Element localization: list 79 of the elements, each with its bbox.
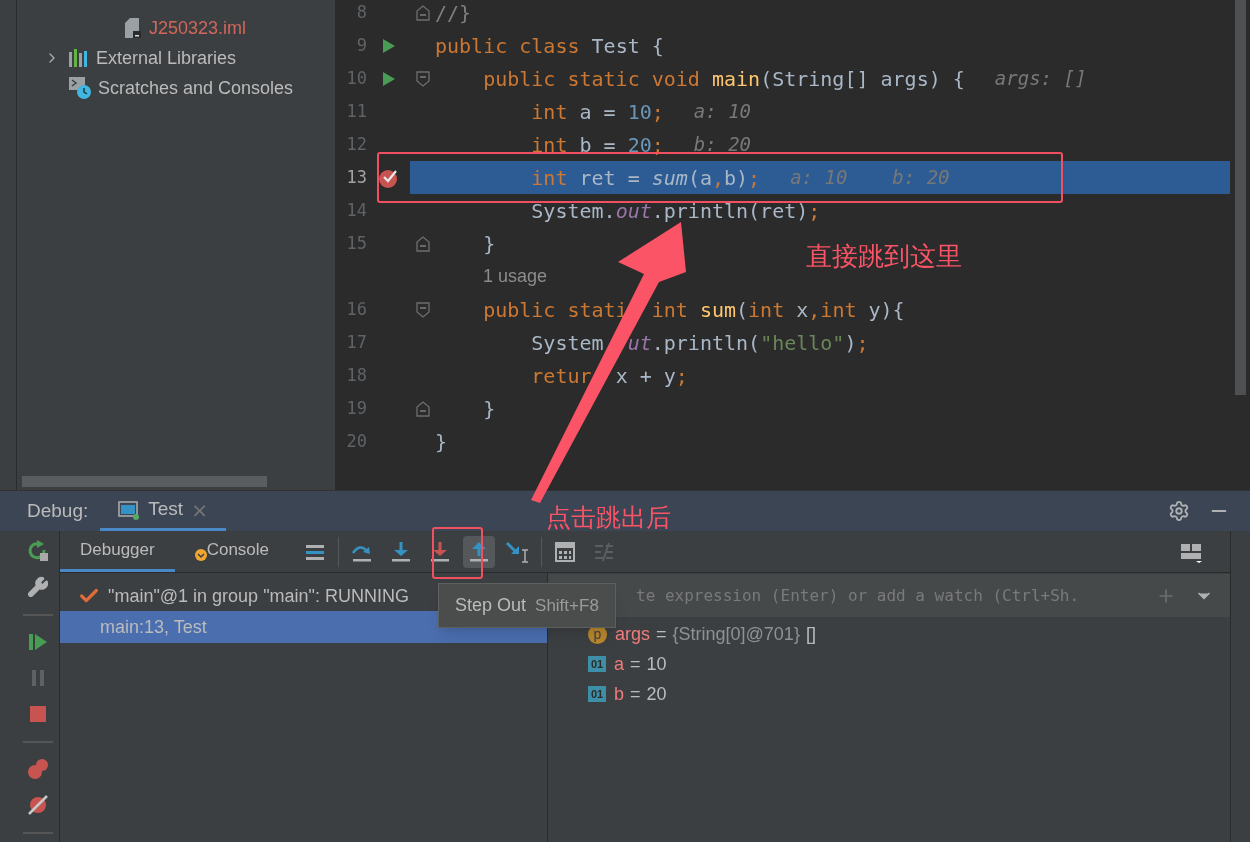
- code-line: public stati int sum(int x,int y){: [482, 296, 905, 324]
- session-tab[interactable]: Test ×: [100, 491, 226, 531]
- line-number: 20: [345, 429, 367, 453]
- inline-value-hint: a: 10: [693, 99, 751, 125]
- fold-marker-icon[interactable]: [415, 4, 430, 21]
- stop-icon[interactable]: [30, 706, 46, 723]
- variable-value: {String[0]@701}: [672, 622, 800, 646]
- code-line: }: [482, 395, 496, 423]
- line-number: 10: [345, 66, 367, 90]
- trace-icon: [593, 540, 616, 563]
- variable-value: []: [805, 622, 816, 646]
- annotation-text: 直接跳到这里: [806, 243, 962, 269]
- line-number: 18: [345, 363, 367, 387]
- run-icon[interactable]: [381, 37, 396, 54]
- fold-marker-icon[interactable]: [415, 301, 430, 318]
- run-icon[interactable]: [381, 70, 396, 87]
- code-line: public class Test {: [435, 32, 664, 60]
- variable-separator: =: [630, 682, 641, 706]
- resume-icon[interactable]: [28, 633, 48, 652]
- line-number: 19: [345, 396, 367, 420]
- tree-item[interactable]: Scratches and Consoles: [98, 74, 294, 102]
- line-number: 9: [355, 33, 367, 57]
- vertical-scrollbar[interactable]: [1234, 0, 1246, 395]
- calculator-icon: [554, 540, 577, 563]
- highlight-frame: [432, 527, 483, 579]
- variable-separator: =: [656, 622, 667, 646]
- line-number: 15: [345, 231, 367, 255]
- usage-hint[interactable]: 1 usage: [483, 263, 548, 290]
- tree-item[interactable]: External Libraries: [96, 44, 237, 72]
- code-line: int ret = sum(a,b);: [530, 164, 761, 192]
- line-number: 12: [345, 132, 367, 156]
- code-line: }: [482, 230, 496, 258]
- line-number: 11: [345, 99, 367, 123]
- inline-value-hint: b: 20: [892, 165, 950, 191]
- tooltip: Step Out Shift+F8: [438, 583, 616, 628]
- inline-value-hint: a: 10: [790, 165, 848, 191]
- debugger-tab[interactable]: Console: [174, 531, 290, 572]
- thread-status[interactable]: "main"@1 in group "main": RUNNING: [108, 582, 409, 610]
- panel-title: Debug:: [27, 498, 89, 523]
- code-line: retur x + y;: [530, 362, 688, 390]
- line-number: 14: [345, 198, 367, 222]
- code-line: System.out.println(ret);: [530, 197, 821, 225]
- inline-value-hint: b: 20: [693, 132, 751, 158]
- variable-separator: =: [630, 652, 641, 676]
- window-icon: [118, 499, 141, 520]
- variable-value: 20: [646, 682, 667, 706]
- variable-value: 10: [646, 652, 667, 676]
- toolbar-button[interactable]: [463, 535, 496, 568]
- horizontal-scrollbar[interactable]: [22, 476, 267, 487]
- file-icon: [123, 17, 143, 39]
- line-number: 13: [345, 165, 367, 189]
- code-line: System ut.println("hello");: [530, 329, 869, 357]
- settings-icon[interactable]: [1168, 500, 1190, 522]
- line-number: 17: [345, 330, 367, 354]
- code-line: }: [435, 428, 448, 456]
- code-line: //}: [435, 0, 472, 27]
- variable-name: b: [614, 682, 624, 706]
- line-number: 16: [345, 297, 367, 321]
- variable-name: args: [615, 622, 650, 646]
- scratch-clock-icon: [68, 76, 92, 100]
- code-line: int a = 10;: [530, 98, 664, 126]
- console-badge-icon: [194, 549, 207, 561]
- fold-marker-icon[interactable]: [415, 235, 430, 252]
- line-number: 8: [355, 0, 367, 24]
- tree-item[interactable]: J250323.iml: [149, 14, 247, 42]
- rerun-icon[interactable]: [27, 540, 49, 563]
- inline-value-hint: args: []: [994, 66, 1087, 92]
- primitive-icon: 01: [588, 686, 606, 702]
- code-line: public static void main(String[] args) {: [482, 65, 965, 93]
- primitive-icon: 01: [588, 656, 606, 672]
- debugger-tab[interactable]: Debugger: [60, 531, 175, 572]
- mute-breakpoints-icon[interactable]: [27, 794, 49, 817]
- annotation-text: 点击跳出后: [546, 505, 671, 530]
- library-icon: [68, 49, 90, 67]
- breakpoints-icon[interactable]: [27, 758, 49, 781]
- variable-name: a: [614, 652, 624, 676]
- fold-marker-icon[interactable]: [415, 70, 430, 87]
- settings-icon[interactable]: [27, 576, 49, 599]
- fold-marker-icon[interactable]: [415, 400, 430, 417]
